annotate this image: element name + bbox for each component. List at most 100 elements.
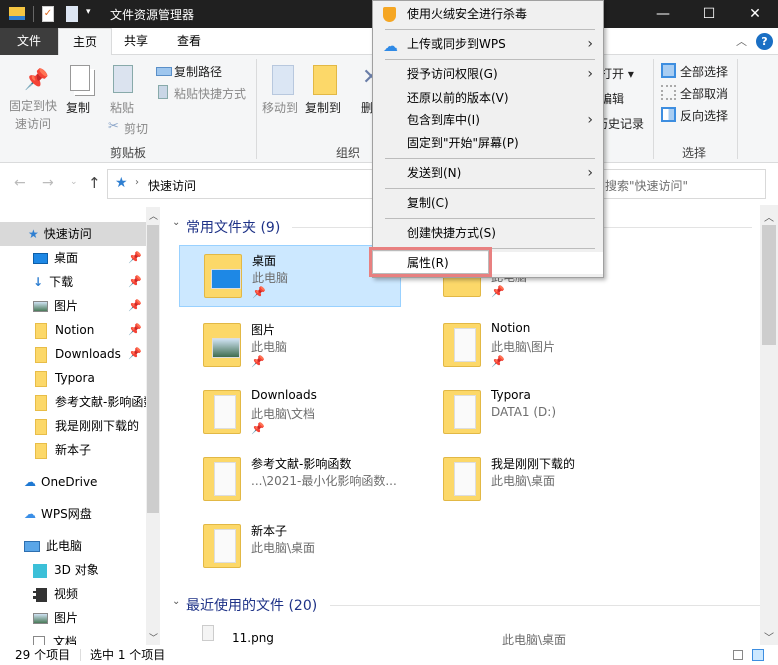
nav-item-pictures[interactable]: 图片 📌: [0, 294, 146, 318]
properties-quick-icon[interactable]: ✓: [42, 6, 54, 22]
pin-icon[interactable]: 📌: [128, 342, 142, 366]
large-icons-view-button[interactable]: [752, 649, 764, 661]
menu-item-copy[interactable]: 复制(C): [373, 192, 603, 214]
menu-item-huorong-scan[interactable]: 使用火绒安全进行杀毒: [373, 3, 603, 25]
nav-item-typora[interactable]: Typora: [0, 366, 146, 390]
tab-file[interactable]: 文件: [0, 28, 58, 55]
help-button[interactable]: ?: [756, 33, 773, 50]
minimize-button[interactable]: —: [640, 0, 686, 28]
scroll-up-icon[interactable]: ︿: [149, 209, 158, 222]
copy-button[interactable]: 复制: [66, 99, 90, 116]
folder-item-references[interactable]: 参考文献-影响函数 ...\2021-最小化影响函数...: [179, 449, 401, 511]
copy-to-button[interactable]: 复制到: [305, 99, 341, 116]
label: 桌面: [54, 251, 79, 265]
scroll-down-icon[interactable]: ﹀: [149, 631, 158, 644]
folder-path: DATA1 (D:): [491, 405, 557, 419]
tab-share[interactable]: 共享: [110, 28, 162, 55]
pin-icon[interactable]: 📌: [128, 294, 142, 318]
folder-icon: [203, 457, 241, 501]
nav-item-3d-objects[interactable]: 3D 对象: [0, 558, 146, 582]
new-folder-quick-icon[interactable]: [66, 6, 78, 22]
scrollbar-thumb[interactable]: [147, 225, 159, 513]
nav-item-just-downloaded[interactable]: 我是刚刚下载的: [0, 414, 146, 438]
label: 授予访问权限(G): [407, 67, 498, 81]
close-button[interactable]: ✕: [732, 0, 778, 28]
copy-path-button[interactable]: 复制路径: [174, 63, 222, 80]
move-to-button[interactable]: 移动到: [262, 99, 298, 116]
collapse-group-icon[interactable]: ⌄: [172, 596, 180, 607]
menu-item-send-to[interactable]: 发送到(N) ›: [373, 162, 603, 184]
nav-item-desktop[interactable]: 桌面 📌: [0, 246, 146, 270]
folder-name: 图片: [251, 323, 276, 337]
forward-button[interactable]: →: [42, 175, 54, 191]
menu-item-restore-versions[interactable]: 还原以前的版本(V): [373, 87, 603, 109]
menu-item-include-library[interactable]: 包含到库中(I) ›: [373, 109, 603, 131]
nav-item-notion[interactable]: Notion 📌: [0, 318, 146, 342]
pin-icon[interactable]: 📌: [128, 318, 142, 342]
customize-toolbar-icon[interactable]: ▾: [86, 7, 91, 17]
cut-button[interactable]: 剪切: [124, 120, 148, 137]
scroll-down-icon[interactable]: ﹀: [764, 629, 774, 644]
nav-item-quick-access[interactable]: ★ 快速访问: [0, 222, 146, 246]
folder-item-typora[interactable]: Typora DATA1 (D:): [419, 382, 641, 444]
invert-selection-button[interactable]: 反向选择: [680, 107, 728, 124]
desktop-folder-icon: [204, 254, 242, 298]
frequent-folders-header[interactable]: 常用文件夹 (9): [186, 217, 280, 237]
nav-item-downloads[interactable]: ↓ 下载 📌: [0, 270, 146, 294]
nav-item-downloads-folder[interactable]: Downloads 📌: [0, 342, 146, 366]
open-button[interactable]: 打开 ▾: [600, 65, 634, 82]
search-input[interactable]: 搜索"快速访问": [600, 169, 766, 199]
pin-icon[interactable]: 📌: [128, 270, 142, 294]
folder-item-downloads-folder[interactable]: Downloads 此电脑\文档 📌: [179, 382, 401, 444]
maximize-button[interactable]: ☐: [686, 0, 732, 28]
recent-file-row[interactable]: 11.png 此电脑\桌面: [182, 625, 760, 647]
nav-item-references[interactable]: 参考文献-影响函数: [0, 390, 146, 414]
recent-files-header[interactable]: 最近使用的文件 (20): [186, 595, 317, 615]
menu-item-pin-start[interactable]: 固定到"开始"屏幕(P): [373, 132, 603, 154]
select-all-button[interactable]: 全部选择: [680, 63, 728, 80]
nav-item-onedrive[interactable]: ☁ OneDrive: [0, 470, 146, 494]
selected-count: 选中 1 个项目: [90, 648, 166, 662]
nav-item-wps-cloud[interactable]: ☁ WPS网盘: [0, 502, 146, 526]
shield-icon: [383, 7, 396, 22]
content-scrollbar[interactable]: ︿ ﹀: [760, 205, 778, 645]
select-group-label: 选择: [682, 146, 707, 160]
collapse-ribbon-icon[interactable]: ︿: [736, 33, 747, 49]
nav-item-notebook[interactable]: 新本子: [0, 438, 146, 462]
pin-to-quick-access-button[interactable]: 固定到快 速访问: [6, 97, 60, 133]
scrollbar-thumb[interactable]: [762, 225, 776, 345]
tab-home[interactable]: 主页: [58, 28, 113, 56]
nav-item-pictures-pc[interactable]: 图片: [0, 606, 146, 630]
folder-item-pictures[interactable]: 图片 此电脑 📌: [179, 315, 401, 377]
highlight-outline: [369, 247, 492, 277]
back-button[interactable]: ←: [14, 175, 26, 191]
collapse-group-icon[interactable]: ⌄: [172, 217, 180, 228]
folder-item-notebook[interactable]: 新本子 此电脑\桌面: [179, 516, 401, 578]
folder-item-desktop[interactable]: 桌面 此电脑 📌: [179, 245, 401, 307]
recent-locations-button[interactable]: ⌄: [70, 177, 78, 187]
folder-item-notion[interactable]: Notion 此电脑\图片 📌: [419, 315, 641, 377]
folder-item-just-downloaded[interactable]: 我是刚刚下载的 此电脑\桌面: [419, 449, 641, 511]
menu-item-create-shortcut[interactable]: 创建快捷方式(S): [373, 222, 603, 244]
label: 3D 对象: [54, 563, 99, 577]
menu-item-give-access[interactable]: 授予访问权限(G) ›: [373, 63, 603, 85]
folder-icon: [443, 457, 481, 501]
label: 复制(C): [407, 196, 449, 210]
folder-icon: [35, 418, 47, 435]
pin-icon: 📌: [24, 67, 49, 91]
tab-view[interactable]: 查看: [163, 28, 215, 55]
scroll-up-icon[interactable]: ︿: [764, 209, 774, 224]
details-view-button[interactable]: [733, 650, 743, 660]
nav-item-videos[interactable]: 视频: [0, 582, 146, 606]
menu-item-wps-upload[interactable]: ☁ 上传或同步到WPS ›: [373, 33, 603, 55]
download-icon: ↓: [33, 275, 44, 289]
paste-shortcut-button[interactable]: 粘贴快捷方式: [174, 85, 246, 102]
paste-button[interactable]: 粘贴: [110, 99, 134, 116]
nav-item-this-pc[interactable]: 此电脑: [0, 534, 146, 558]
nav-scrollbar[interactable]: ︿ ﹀: [146, 207, 160, 645]
up-button[interactable]: ↑: [88, 174, 101, 192]
select-none-button[interactable]: 全部取消: [680, 85, 728, 102]
copy-path-icon: [156, 67, 172, 76]
pin-icon[interactable]: 📌: [128, 246, 142, 270]
nav-item-documents[interactable]: 文档: [0, 630, 146, 645]
